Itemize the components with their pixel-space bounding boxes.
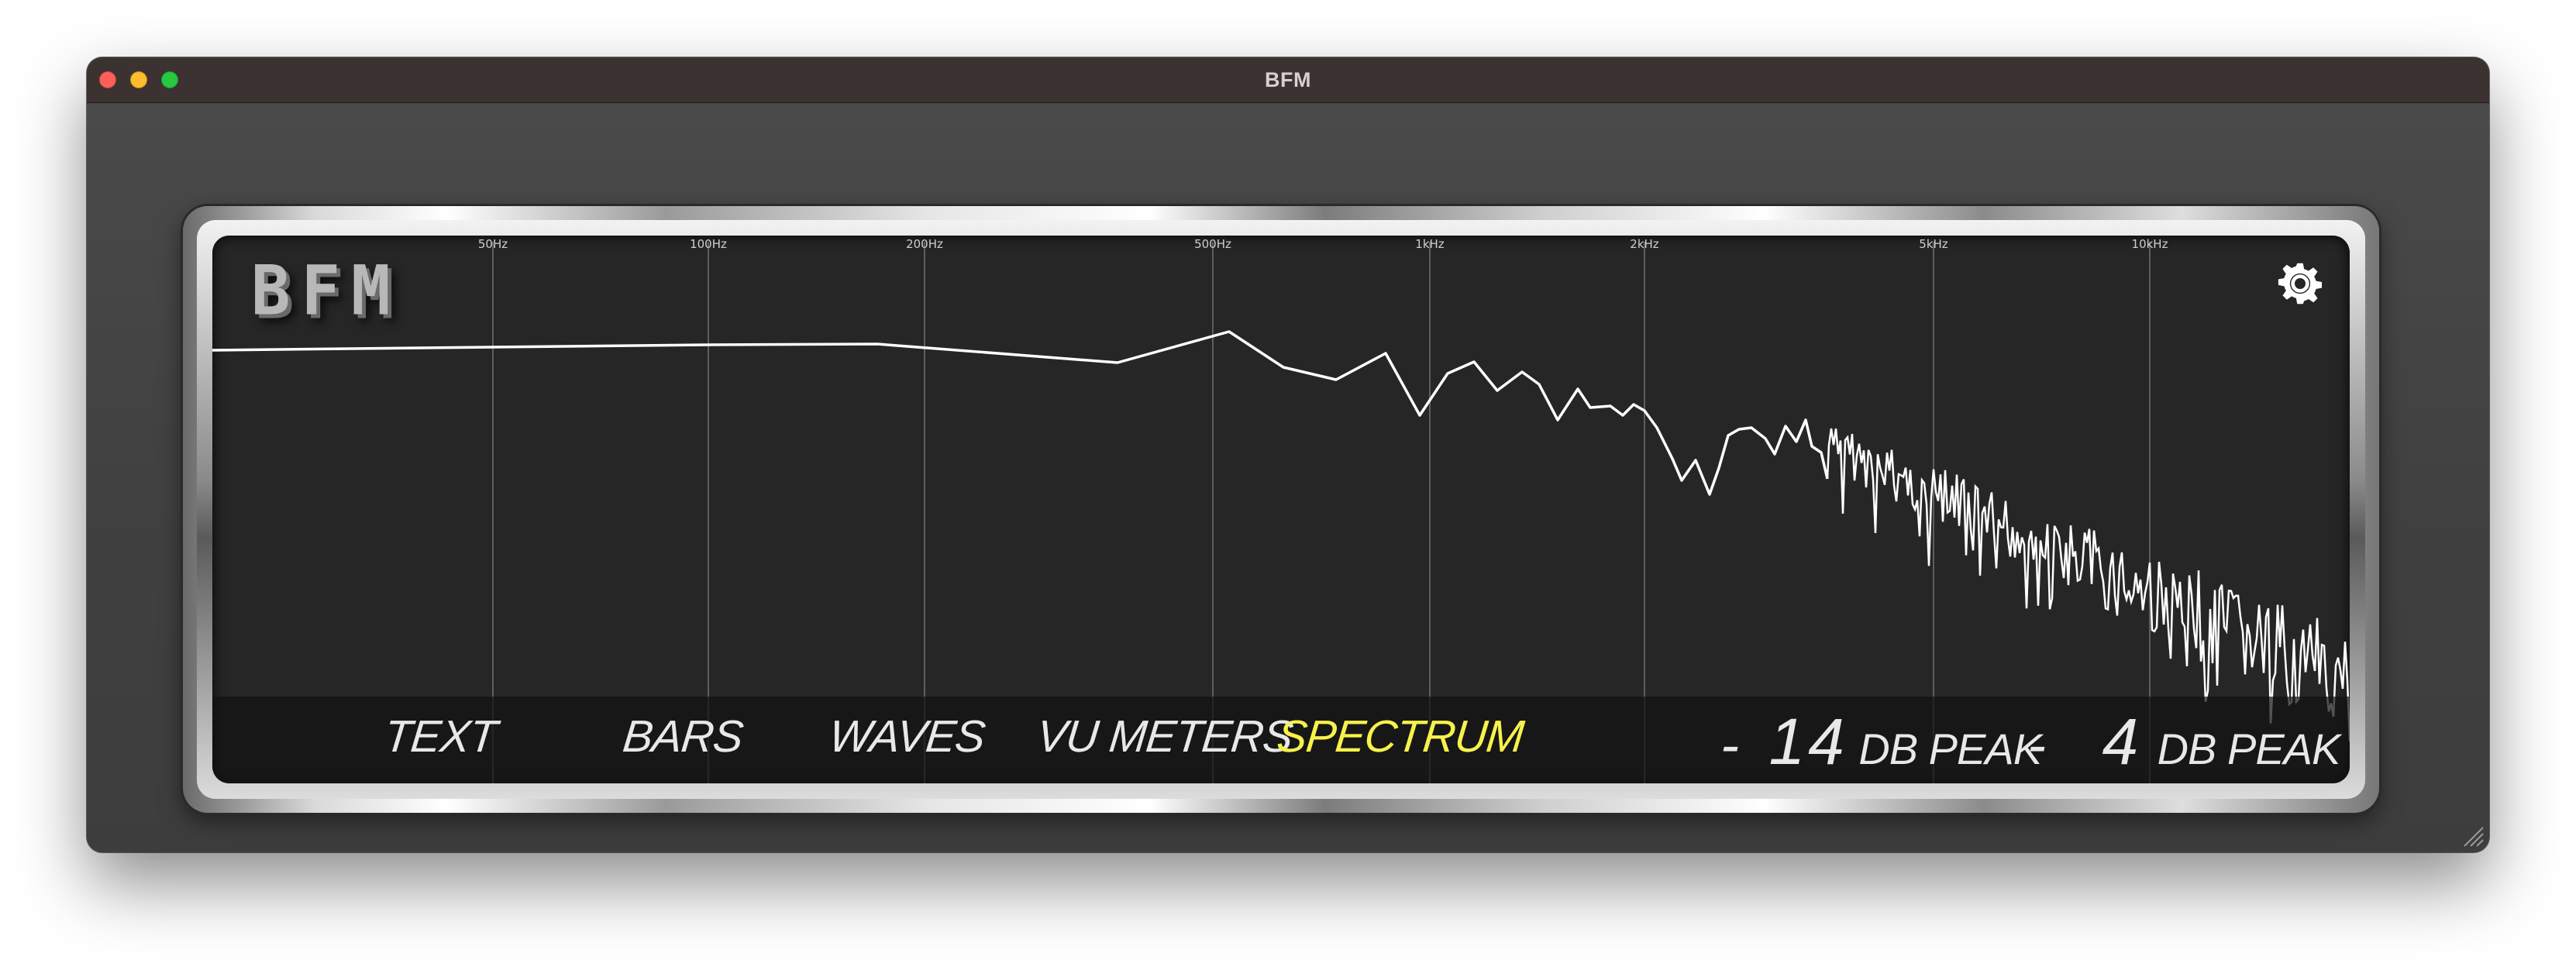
mode-vu-meters-button[interactable]: VU METERS [1034,711,1295,762]
spectrum-display: 50Hz 100Hz 200Hz 500Hz 1kHz 2kHz 5kHz 10kHz BFM… [212,236,2350,783]
frequency-labels: 50Hz 100Hz 200Hz 500Hz 1kHz 2kHz 5kHz 10kHz [478,237,2168,251]
mode-spectrum-button[interactable]: SPECTRUM [1274,711,1526,762]
chrome-frame: 50Hz 100Hz 200Hz 500Hz 1kHz 2kHz 5kHz 10kHz BFM… [183,206,2379,813]
hold-unit: DB PEAK HOLD [2157,724,2350,773]
bfm-logo: BFM [251,250,401,331]
peak-readout: - 14 DB PEAK [1720,704,2042,779]
mode-waves-button[interactable]: WAVES [826,711,987,762]
mode-text-button[interactable]: TEXT [381,711,499,762]
frequency-label: 500Hz [1194,237,1231,251]
peak-value: 14 [1768,705,1848,778]
mode-bars-button[interactable]: BARS [620,711,746,762]
frequency-label: 10kHz [2132,237,2168,251]
plugin-background: 50Hz 100Hz 200Hz 500Hz 1kHz 2kHz 5kHz 10kHz BFM… [87,103,2489,852]
spectrum-trace [212,330,1829,496]
mode-bar: TEXT BARS WAVES VU METERS SPECTRUM - 14 … [212,697,2350,783]
hold-sign: - [2027,714,2046,776]
frequency-label: 200Hz [906,237,943,251]
frequency-label: 100Hz [690,237,727,251]
app-window: BFM 50Hz 100Hz 200Hz 500Hz 1kHz 2kHz 5kHz 10kHz… [87,57,2489,852]
frequency-label: 50Hz [478,237,508,251]
frequency-label: 5kHz [1919,237,1948,251]
title-bar[interactable]: BFM [87,57,2489,103]
window-title: BFM [1265,68,1311,91]
hold-value: 4 [2102,705,2142,778]
resize-grip-icon[interactable] [2461,824,2485,848]
peak-unit: DB PEAK [1858,724,2042,773]
frequency-label: 1kHz [1415,237,1445,251]
spectrum-trace-highfreq [1826,428,2350,742]
frequency-label: 2kHz [1630,237,1659,251]
peak-hold-readout: - 4 DB PEAK HOLD [2027,704,2350,779]
peak-sign: - [1720,714,1739,776]
gear-icon[interactable] [2277,260,2323,307]
